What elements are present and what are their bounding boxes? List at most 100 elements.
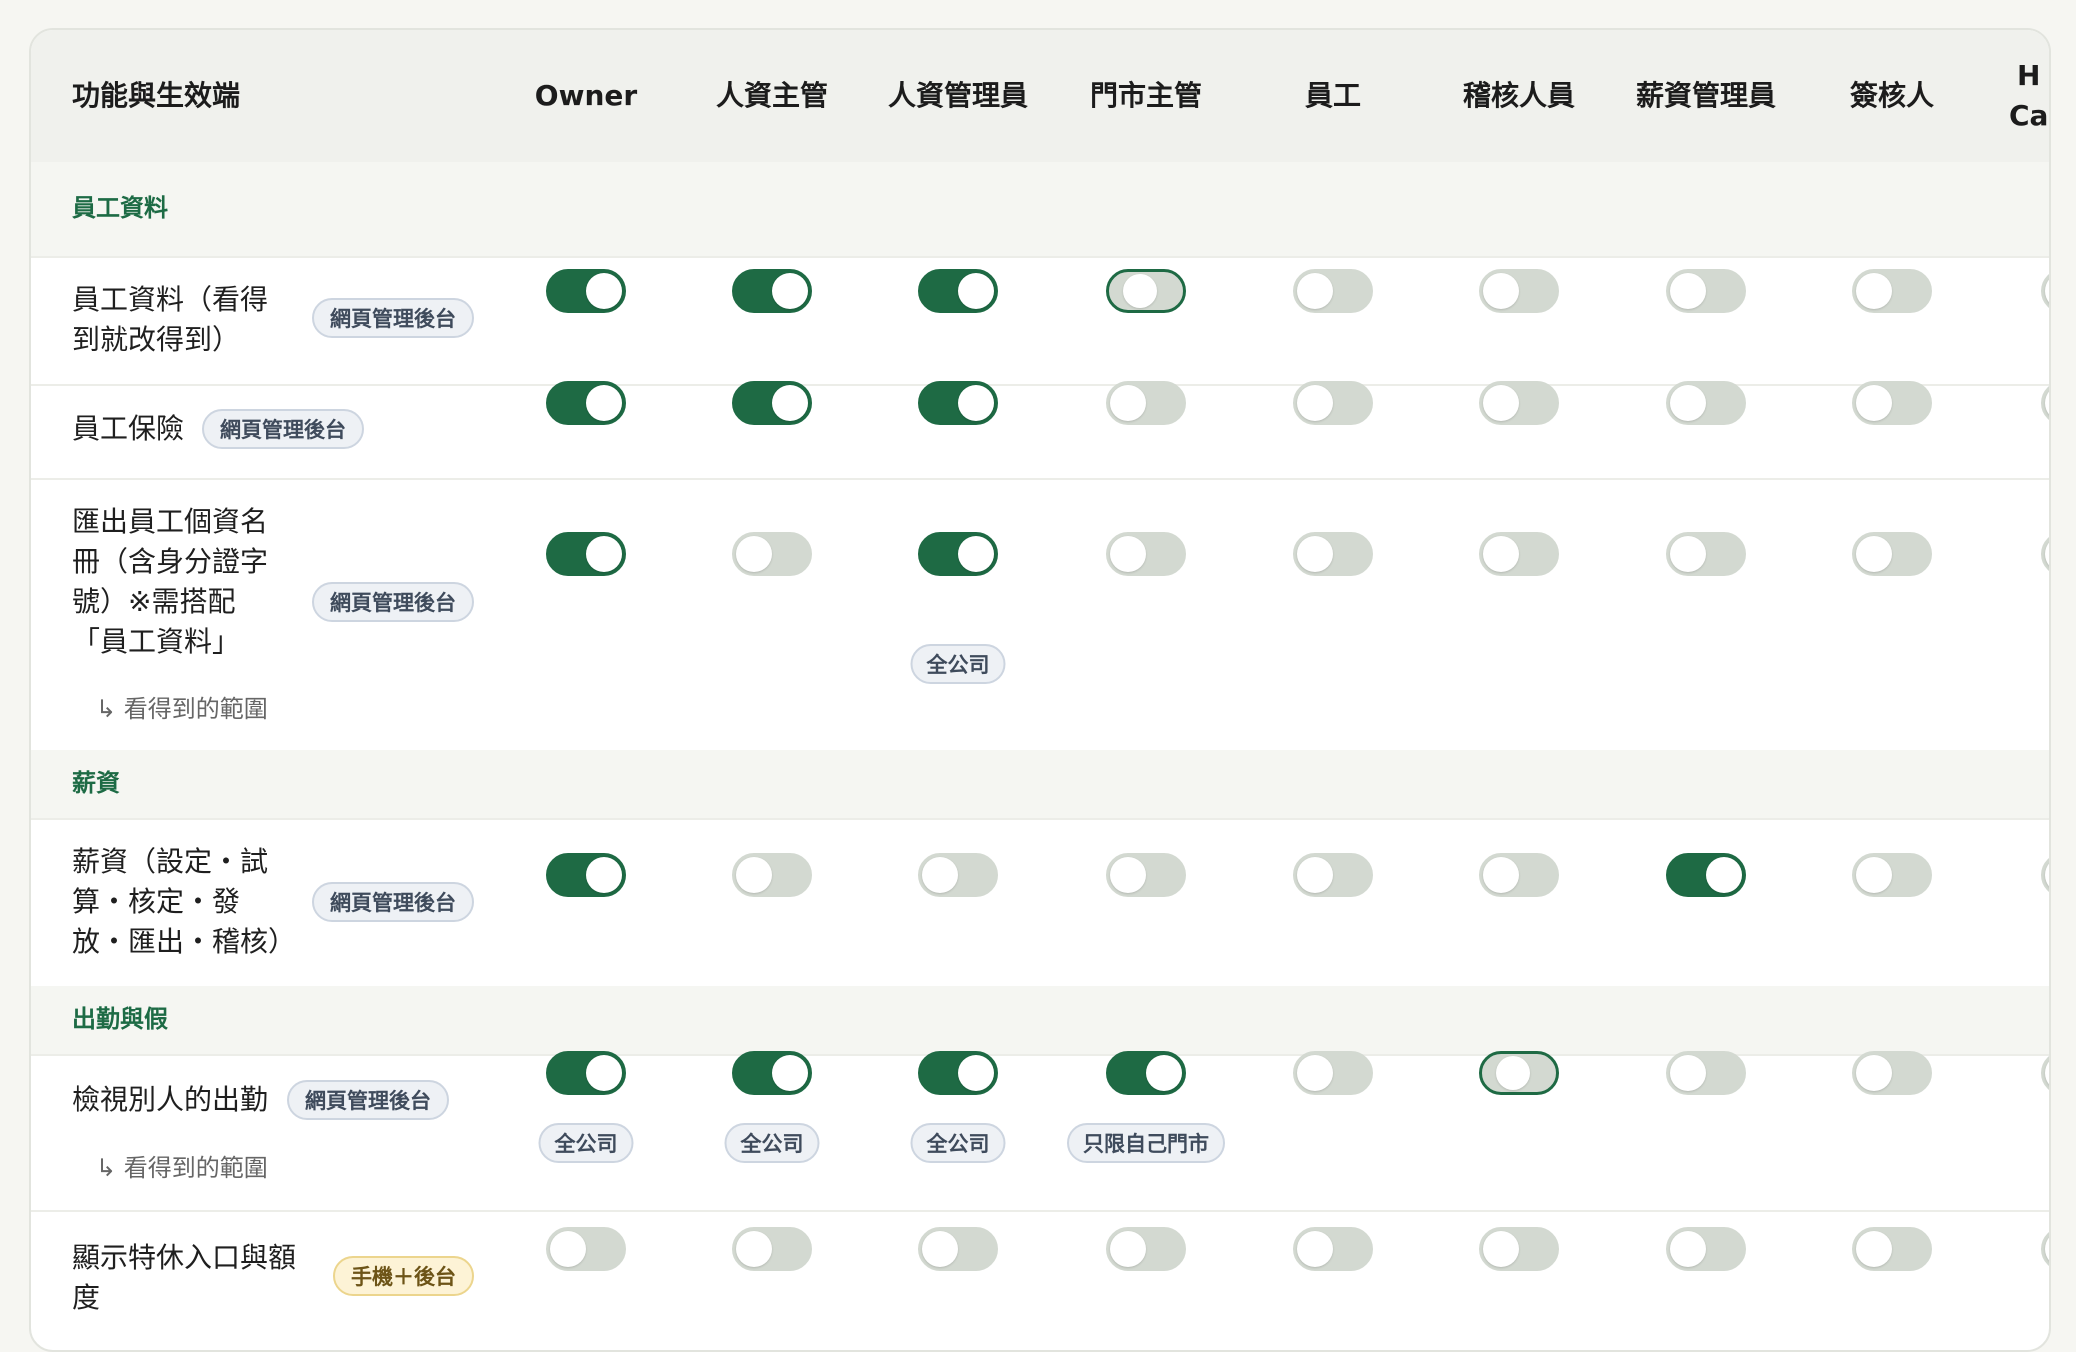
toggle-knob: [1110, 1231, 1146, 1267]
scope-value-hr-admin: 全公司: [910, 644, 1006, 684]
toggle-knob: [586, 1055, 622, 1091]
toggle-knob: [1670, 273, 1706, 309]
permission-toggle-payroll-admin[interactable]: [1666, 1051, 1746, 1095]
permission-toggle-approver[interactable]: [1852, 532, 1932, 576]
permission-toggle-payroll-admin[interactable]: [1666, 1227, 1746, 1271]
section-header-payroll: 薪資: [31, 750, 2049, 820]
permission-toggle-hr-admin[interactable]: [918, 381, 998, 425]
scope-value-store-manager: 只限自己門市: [1067, 1123, 1225, 1163]
permission-toggle-approver[interactable]: [1852, 853, 1932, 897]
permission-toggle-hr-manager[interactable]: [732, 532, 812, 576]
permission-toggle-payroll-admin[interactable]: [1666, 269, 1746, 313]
table-row-payroll: 薪資（設定・試 算・核定・發 放・匯出・稽核） 網頁管理後台: [31, 818, 2049, 988]
toggle-knob: [1670, 385, 1706, 421]
toggle-knob: [1706, 857, 1742, 893]
section-header-attendance: 出勤與假: [31, 986, 2049, 1056]
feature-label: 員工保險: [72, 412, 185, 445]
permission-toggle-owner[interactable]: [546, 532, 626, 576]
toggle-knob: [1146, 1055, 1182, 1091]
permission-toggle-owner[interactable]: [546, 269, 626, 313]
section-title: 出勤與假: [72, 1005, 168, 1033]
permission-toggle-owner[interactable]: [546, 381, 626, 425]
toggle-knob: [1670, 1231, 1706, 1267]
column-header-truncated: H Ca: [2009, 59, 2049, 132]
platform-badge: 網頁管理後台: [312, 882, 474, 922]
scope-label: ↳ 看得到的範圍: [96, 1154, 268, 1182]
permission-toggle-payroll-admin[interactable]: [1666, 381, 1746, 425]
toggle-knob: [1297, 857, 1333, 893]
column-header-store-manager: 門市主管: [1089, 79, 1202, 112]
permission-toggle-employee[interactable]: [1293, 1051, 1373, 1095]
permission-toggle-store-manager[interactable]: [1106, 1051, 1186, 1095]
column-header-hr-manager: 人資主管: [715, 79, 828, 112]
toggle-knob: [1297, 536, 1333, 572]
feature-label: 員工資料（看得 到就改得到）: [72, 283, 269, 356]
permission-toggle-hr-admin[interactable]: [918, 1051, 998, 1095]
permission-toggle-employee[interactable]: [1293, 532, 1373, 576]
permission-toggle-hr-manager[interactable]: [732, 853, 812, 897]
table-row-employee-data: 員工資料（看得 到就改得到） 網頁管理後台: [31, 256, 2049, 386]
toggle-knob: [1856, 1231, 1892, 1267]
permission-toggle-hr-manager[interactable]: [732, 381, 812, 425]
permission-toggle-payroll-admin[interactable]: [1666, 853, 1746, 897]
feature-label: 匯出員工個資名 冊（含身分證字 號）※需搭配 「員工資料」: [72, 505, 269, 658]
toggle-knob: [2045, 1055, 2049, 1091]
toggle-knob: [1483, 273, 1519, 309]
permission-toggle-store-manager[interactable]: [1106, 1227, 1186, 1271]
toggle-knob: [2045, 857, 2049, 893]
feature-column-header: 功能與生效端: [72, 79, 241, 112]
permission-toggle-hr-manager[interactable]: [732, 1051, 812, 1095]
permission-toggle-employee[interactable]: [1293, 853, 1373, 897]
permission-toggle-hr-manager[interactable]: [732, 269, 812, 313]
toggle-knob: [1483, 1231, 1519, 1267]
permission-toggle-auditor[interactable]: [1479, 381, 1559, 425]
permission-toggle-store-manager[interactable]: [1106, 532, 1186, 576]
column-header-owner: Owner: [534, 79, 638, 112]
permission-toggle-store-manager[interactable]: [1106, 853, 1186, 897]
platform-badge: 網頁管理後台: [312, 582, 474, 622]
permission-toggle-store-manager[interactable]: [1106, 269, 1186, 313]
permission-toggle-employee[interactable]: [1293, 381, 1373, 425]
permission-toggle-owner[interactable]: [546, 1051, 626, 1095]
permission-toggle-auditor[interactable]: [1479, 1227, 1559, 1271]
toggle-knob: [958, 273, 994, 309]
permission-toggle-owner[interactable]: [546, 853, 626, 897]
scope-value-hr-admin: 全公司: [910, 1123, 1006, 1163]
permission-toggle-hr-admin[interactable]: [918, 1227, 998, 1271]
column-header-auditor: 稽核人員: [1462, 79, 1575, 112]
permission-toggle-hr-admin[interactable]: [918, 269, 998, 313]
permission-toggle-employee[interactable]: [1293, 269, 1373, 313]
permission-toggle-auditor[interactable]: [1479, 1051, 1559, 1095]
toggle-knob: [736, 857, 772, 893]
toggle-knob: [1297, 385, 1333, 421]
toggle-knob: [1297, 1231, 1333, 1267]
permission-toggle-hr-admin[interactable]: [918, 532, 998, 576]
column-header-employee: 員工: [1304, 79, 1361, 112]
permission-toggle-owner[interactable]: [546, 1227, 626, 1271]
table-row-export-employee-roster: 匯出員工個資名 冊（含身分證字 號）※需搭配 「員工資料」 網頁管理後台 ↳ 看…: [31, 478, 2049, 752]
toggle-knob: [1856, 536, 1892, 572]
permission-toggle-approver[interactable]: [1852, 381, 1932, 425]
permission-toggle-payroll-admin[interactable]: [1666, 532, 1746, 576]
table-header: 功能與生效端 Owner 人資主管 人資管理員 門市主管 員工 稽核人員 薪資管…: [31, 30, 2049, 162]
toggle-knob: [1670, 1055, 1706, 1091]
permission-toggle-auditor[interactable]: [1479, 269, 1559, 313]
permission-toggle-auditor[interactable]: [1479, 532, 1559, 576]
permission-toggle-hr-admin[interactable]: [918, 853, 998, 897]
table-row-annual-leave: 顯示特休入口與額 度 手機＋後台: [31, 1210, 2049, 1350]
permission-toggle-approver[interactable]: [1852, 269, 1932, 313]
toggle-knob: [550, 1231, 586, 1267]
permission-toggle-approver[interactable]: [1852, 1051, 1932, 1095]
toggle-knob: [2045, 536, 2049, 572]
permission-toggle-auditor[interactable]: [1479, 853, 1559, 897]
permission-toggle-approver[interactable]: [1852, 1227, 1932, 1271]
permission-toggle-employee[interactable]: [1293, 1227, 1373, 1271]
toggle-knob: [958, 1055, 994, 1091]
feature-label: 檢視別人的出勤: [72, 1083, 269, 1116]
column-header-hr-admin: 人資管理員: [887, 79, 1028, 112]
toggle-knob: [1856, 273, 1892, 309]
permission-toggle-store-manager[interactable]: [1106, 381, 1186, 425]
toggle-knob: [922, 1231, 958, 1267]
platform-badge: 網頁管理後台: [287, 1080, 449, 1120]
permission-toggle-hr-manager[interactable]: [732, 1227, 812, 1271]
